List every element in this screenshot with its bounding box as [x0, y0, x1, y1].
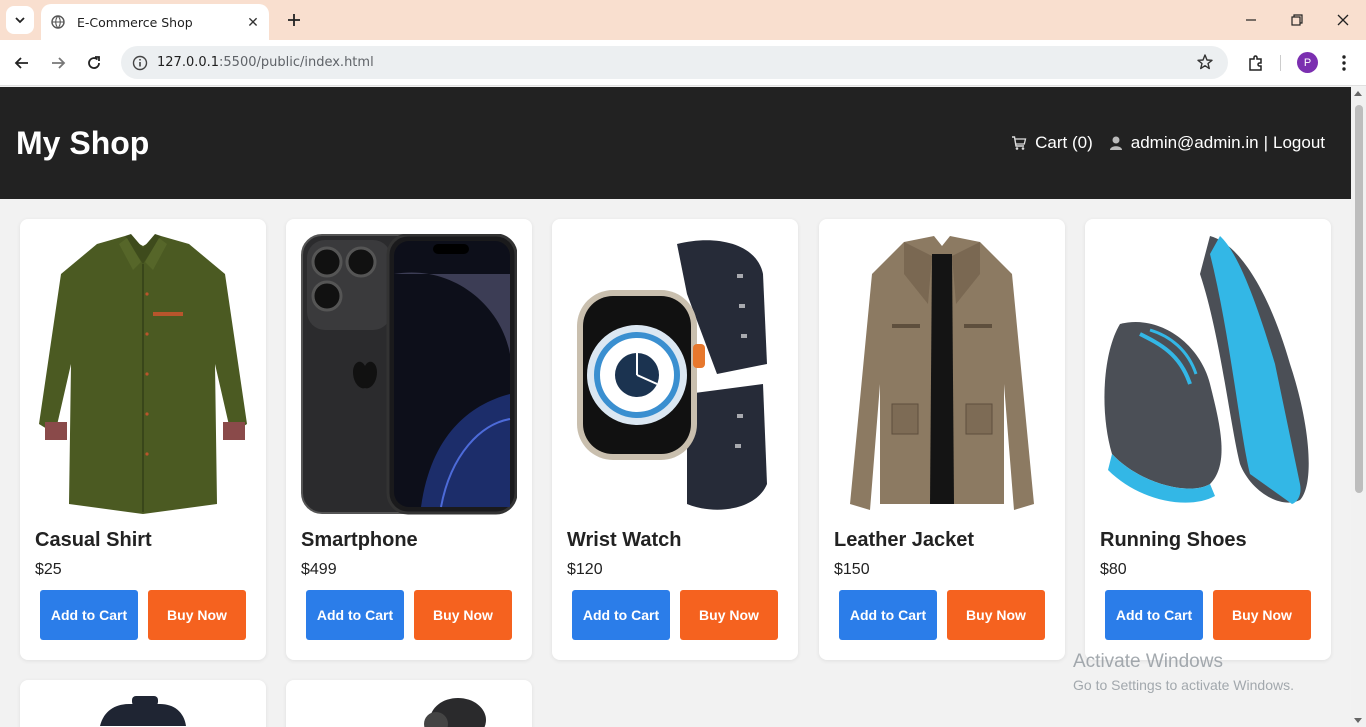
forward-arrow-icon: [52, 57, 66, 69]
add-to-cart-button[interactable]: Add to Cart: [839, 590, 937, 640]
browser-toolbar: 127.0.0.1:5500/public/index.html: [0, 40, 1366, 86]
back-arrow-icon: [14, 57, 28, 69]
product-price: $150: [834, 561, 870, 578]
activate-windows-watermark: Activate Windows Go to Settings to activ…: [1073, 651, 1294, 693]
header-separator: |: [1263, 133, 1268, 152]
product-card: Casual Shirt $25 Add to Cart Buy Now: [20, 219, 266, 660]
add-to-cart-button[interactable]: Add to Cart: [572, 590, 670, 640]
product-card: Leather Jacket $150 Add to Cart Buy Now: [819, 219, 1065, 660]
reload-button[interactable]: [79, 48, 109, 78]
close-tab-icon[interactable]: ✕: [241, 14, 265, 31]
url-path: :5500/public/index.html: [219, 55, 374, 70]
product-price: $120: [567, 561, 603, 578]
close-icon: [1337, 14, 1349, 26]
product-name: Smartphone: [301, 529, 418, 551]
site-logo[interactable]: My Shop: [16, 125, 149, 162]
back-button[interactable]: [7, 48, 37, 78]
reload-icon: [88, 56, 100, 69]
product-name: Wrist Watch: [567, 529, 682, 551]
scroll-up-arrow-icon[interactable]: [1354, 91, 1362, 96]
minimize-icon: [1246, 19, 1256, 21]
tab-search-button[interactable]: [6, 6, 34, 34]
add-to-cart-button[interactable]: Add to Cart: [306, 590, 404, 640]
url-text: 127.0.0.1:5500/public/index.html: [157, 55, 374, 70]
browser-tab-bar: E-Commerce Shop ✕: [0, 0, 1366, 40]
cart-label: Cart (0): [1035, 133, 1093, 152]
chevron-down-icon: [15, 17, 25, 24]
site-header: My Shop Cart (0) admin@admin.in | Logout: [0, 87, 1351, 199]
product-image-backpack: [100, 696, 186, 726]
product-price: $499: [301, 561, 337, 578]
product-image-jacket: [834, 234, 1050, 515]
product-name: Running Shoes: [1100, 529, 1247, 551]
buy-now-button[interactable]: Buy Now: [1213, 590, 1311, 640]
add-to-cart-button[interactable]: Add to Cart: [1105, 590, 1203, 640]
product-card: Running Shoes $80 Add to Cart Buy Now: [1085, 219, 1331, 660]
watermark-title: Activate Windows: [1073, 651, 1223, 672]
browser-tab[interactable]: E-Commerce Shop ✕: [41, 4, 269, 40]
product-card-partial: [286, 680, 532, 727]
bookmark-star-icon[interactable]: [1196, 53, 1214, 76]
buy-now-button[interactable]: Buy Now: [680, 590, 778, 640]
product-image-shoes: [1100, 234, 1316, 515]
url-host: 127.0.0.1: [157, 55, 220, 70]
puzzle-icon: [1249, 55, 1262, 71]
forward-button[interactable]: [43, 48, 73, 78]
header-nav: Cart (0) admin@admin.in | Logout: [1011, 133, 1325, 153]
restore-button[interactable]: [1274, 0, 1320, 40]
user-area: admin@admin.in | Logout: [1109, 133, 1325, 153]
cart-link[interactable]: Cart (0): [1011, 133, 1093, 153]
product-name: Casual Shirt: [35, 529, 152, 551]
scroll-down-arrow-icon[interactable]: [1354, 718, 1362, 723]
buy-now-button[interactable]: Buy Now: [414, 590, 512, 640]
new-tab-button[interactable]: [280, 6, 308, 34]
user-email: admin@admin.in: [1130, 133, 1259, 152]
user-icon: [1109, 136, 1122, 150]
watermark-subtitle: Go to Settings to activate Windows.: [1073, 677, 1294, 693]
product-image-earbuds: [424, 698, 486, 727]
buy-now-button[interactable]: Buy Now: [148, 590, 246, 640]
site-info-icon[interactable]: [123, 55, 157, 71]
cart-icon: [1012, 136, 1027, 150]
scroll-thumb[interactable]: [1355, 105, 1363, 493]
product-image-smartphone: [301, 233, 518, 515]
product-image-shirt: [35, 234, 251, 515]
plus-icon: [288, 14, 300, 26]
close-window-button[interactable]: [1320, 0, 1366, 40]
product-card: Smartphone $499 Add to Cart Buy Now: [286, 219, 532, 660]
add-to-cart-button[interactable]: Add to Cart: [40, 590, 138, 640]
restore-icon: [1291, 14, 1303, 26]
product-price: $25: [35, 561, 62, 578]
product-card-partial: [20, 680, 266, 727]
product-price: $80: [1100, 561, 1127, 578]
product-image-watch: [567, 234, 783, 515]
product-name: Leather Jacket: [834, 529, 975, 551]
page-scrollbar[interactable]: [1351, 87, 1366, 727]
buy-now-button[interactable]: Buy Now: [947, 590, 1045, 640]
extensions-button[interactable]: [1241, 48, 1271, 78]
tab-title: E-Commerce Shop: [77, 14, 193, 30]
logout-link[interactable]: Logout: [1273, 133, 1325, 153]
product-card: Wrist Watch $120 Add to Cart Buy Now: [552, 219, 798, 660]
profile-avatar[interactable]: P: [1297, 52, 1318, 73]
minimize-button[interactable]: [1228, 0, 1274, 40]
kebab-menu-icon: [1342, 55, 1346, 71]
address-bar[interactable]: 127.0.0.1:5500/public/index.html: [121, 46, 1228, 79]
browser-menu-button[interactable]: [1332, 48, 1356, 78]
globe-icon: [51, 15, 65, 29]
toolbar-divider: [1280, 55, 1281, 71]
